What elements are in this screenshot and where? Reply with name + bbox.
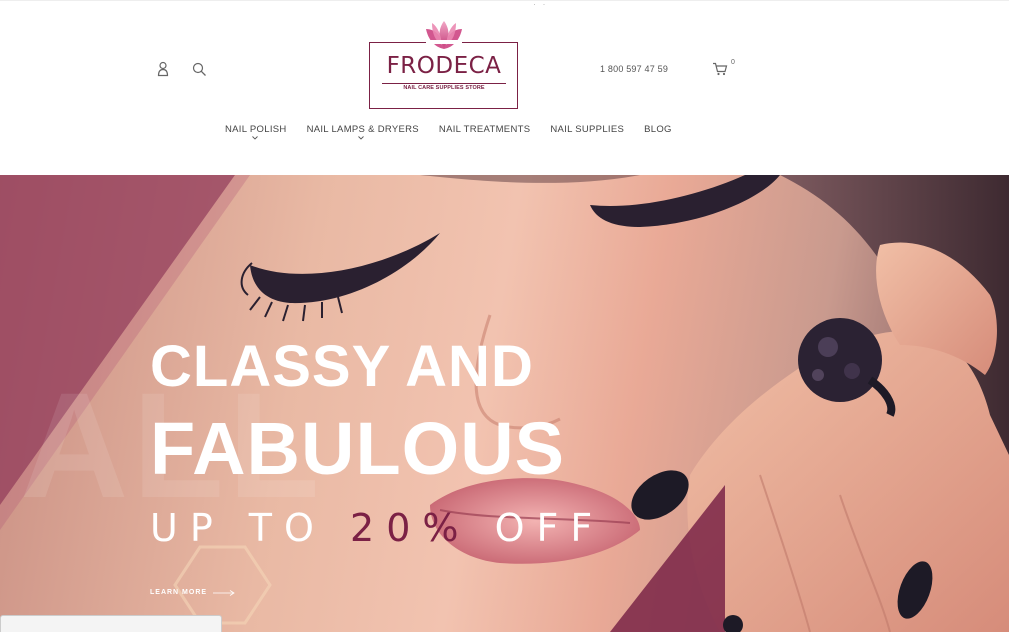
- cart-count-badge: 0: [731, 59, 735, 66]
- learn-more-label: LEARN MORE: [150, 589, 208, 596]
- hero-offer-highlight: 20%: [350, 506, 471, 550]
- logo-tagline: NAIL CARE SUPPLIES STORE: [382, 83, 506, 91]
- hero-offer-suffix: OFF: [470, 506, 605, 550]
- top-decoration: · ·: [533, 0, 548, 9]
- cart-button[interactable]: [711, 60, 729, 78]
- site-logo[interactable]: FRODECA NAIL CARE SUPPLIES STORE: [368, 19, 520, 109]
- hero-title-line-2: FABULOUS: [150, 407, 565, 490]
- nav-item-nail-supplies[interactable]: NAIL SUPPLIES: [550, 124, 624, 135]
- search-icon: [192, 62, 206, 76]
- search-button[interactable]: [190, 60, 208, 78]
- user-icon: [157, 61, 169, 77]
- logo-brand: FRODECA: [386, 53, 502, 79]
- phone-number[interactable]: 1 800 597 47 59: [600, 64, 668, 74]
- nav-item-label: NAIL SUPPLIES: [550, 124, 625, 135]
- nav-item-nail-treatments[interactable]: NAIL TREATMENTS: [439, 124, 530, 135]
- nav-item-nail-lamps-dryers[interactable]: NAIL LAMPS & DRYERS: [306, 124, 419, 140]
- arrow-right-icon: [213, 589, 235, 596]
- nav-item-label: NAIL LAMPS & DRYERS: [306, 124, 419, 135]
- nav-item-blog[interactable]: BLOG: [644, 124, 672, 135]
- nav-item-nail-polish[interactable]: NAIL POLISH: [225, 124, 287, 140]
- main-nav: NAIL POLISH NAIL LAMPS & DRYERS NAIL TRE…: [225, 124, 672, 140]
- cart-icon: [713, 62, 728, 76]
- hero-offer-prefix: UP TO: [150, 506, 351, 550]
- chevron-down-icon: [357, 136, 364, 140]
- hero-title-line-1: CLASSY AND: [150, 334, 534, 399]
- hero-banner: ALL CLASSY AND FABULOUS UP TO 20% OFF LE…: [0, 175, 1009, 632]
- nav-item-label: NAIL POLISH: [225, 124, 287, 135]
- hero-offer: UP TO 20% OFF: [150, 509, 604, 547]
- account-button[interactable]: [154, 60, 172, 78]
- learn-more-link[interactable]: LEARN MORE: [150, 589, 235, 596]
- site-header: · · FRODECA NAIL CARE SUPPLIES STORE 1 8…: [0, 0, 1009, 175]
- nav-item-label: NAIL TREATMENTS: [438, 124, 531, 135]
- bottom-left-panel: [0, 615, 222, 632]
- nav-item-label: BLOG: [644, 124, 672, 135]
- chevron-down-icon: [252, 136, 258, 140]
